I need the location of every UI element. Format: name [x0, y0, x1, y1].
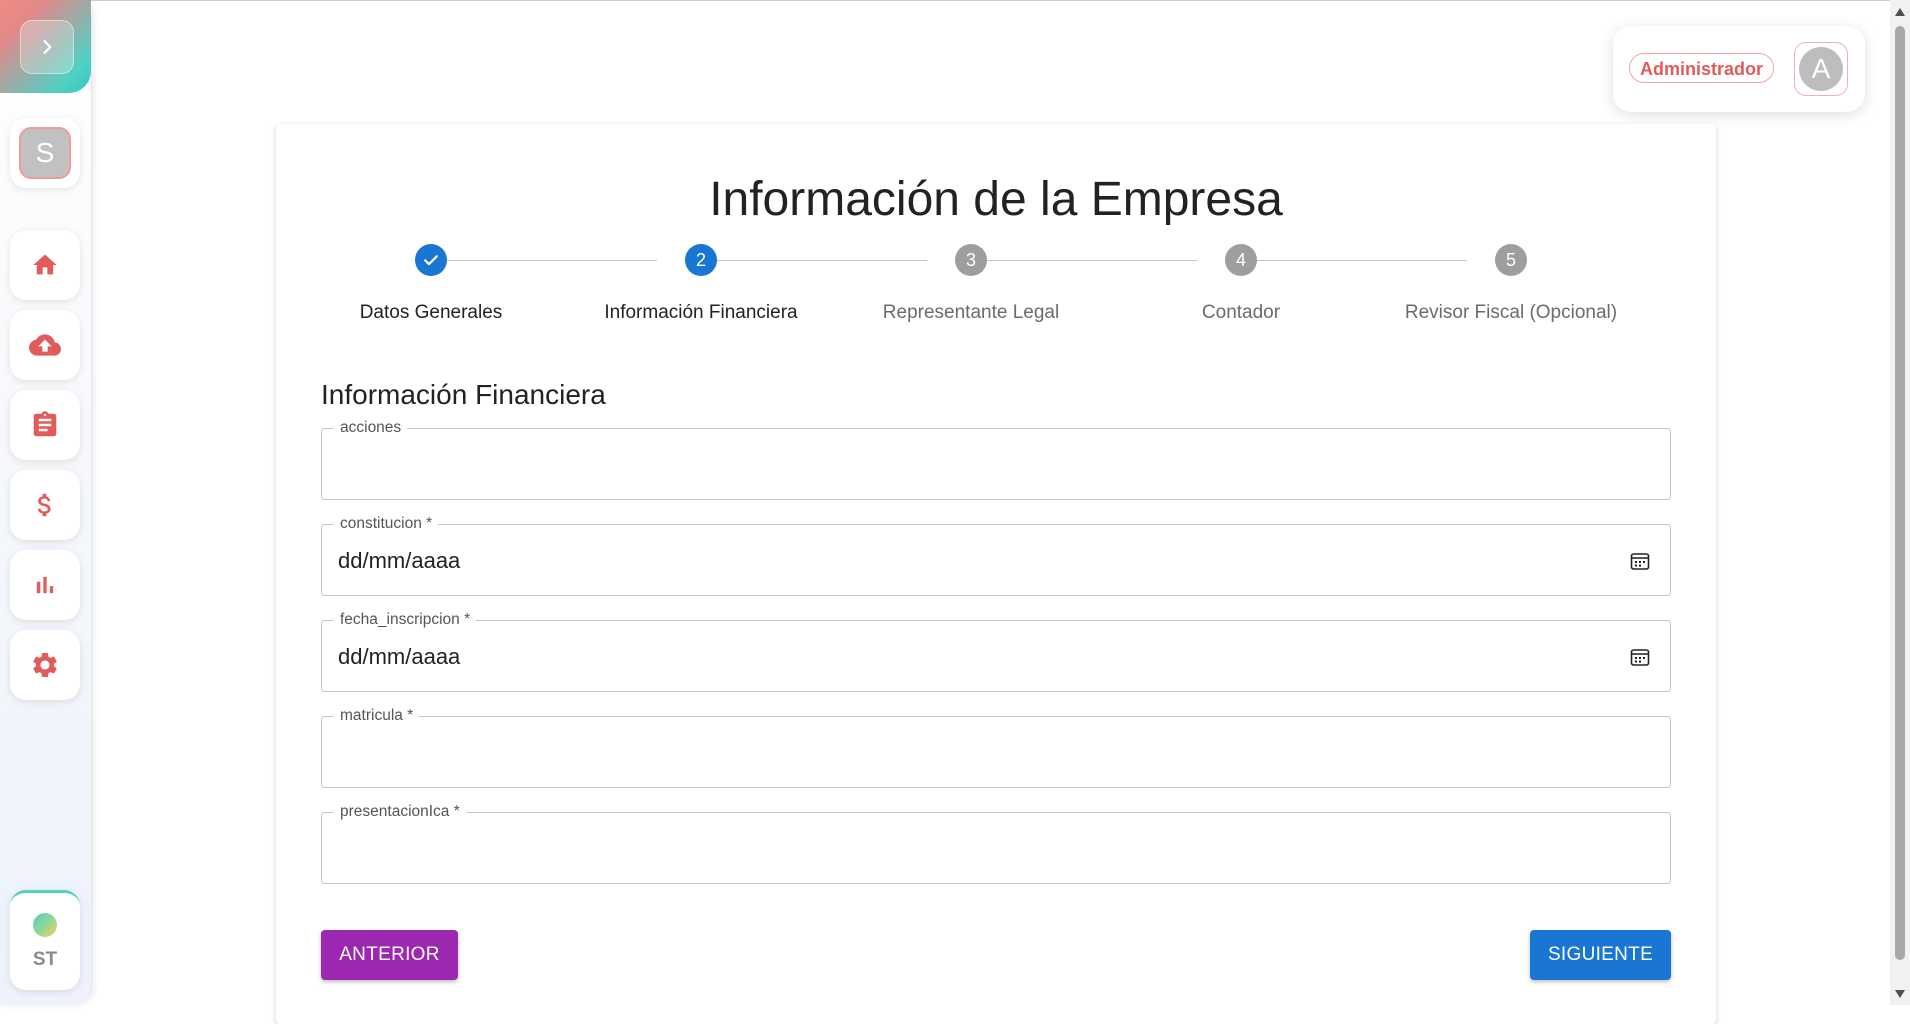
user-avatar: A	[1799, 47, 1843, 91]
sidebar-item-tasks[interactable]	[10, 390, 80, 460]
constitucion-date-input[interactable]	[338, 543, 1618, 579]
step-number: 5	[1495, 244, 1527, 276]
sidebar-item-reports[interactable]	[10, 550, 80, 620]
status-dot-icon	[33, 913, 57, 937]
page-title: Información de la Empresa	[709, 173, 1283, 226]
user-avatar-button[interactable]: A	[1794, 42, 1848, 96]
stepper: Datos Generales 2 Información Financiera…	[276, 244, 1716, 344]
section-title: Información Financiera	[321, 379, 606, 410]
step-representante-legal[interactable]: 3 Representante Legal	[836, 244, 1106, 324]
scrollbar[interactable]	[1890, 0, 1910, 1005]
cloud-upload-icon	[29, 334, 61, 356]
step-number: 3	[955, 244, 987, 276]
step-label: Datos Generales	[359, 302, 503, 323]
sidebar-item-settings[interactable]	[10, 630, 80, 700]
presentacion-ica-input[interactable]	[338, 831, 1618, 867]
previous-button[interactable]: ANTERIOR	[321, 930, 458, 980]
fecha-inscripcion-date-input[interactable]	[338, 639, 1618, 675]
fecha-inscripcion-field[interactable]: fecha_inscripcion *	[321, 611, 1671, 692]
calendar-icon[interactable]	[1628, 549, 1652, 573]
step-completed-icon	[415, 244, 447, 276]
scroll-up-arrow-icon[interactable]	[1895, 8, 1905, 16]
step-label: Revisor Fiscal (Opcional)	[1404, 302, 1618, 323]
gear-icon	[33, 653, 57, 677]
step-revisor-fiscal[interactable]: 5 Revisor Fiscal (Opcional)	[1376, 244, 1646, 324]
dollar-icon	[37, 493, 51, 517]
sidebar-item-finance[interactable]	[10, 470, 80, 540]
calendar-icon[interactable]	[1628, 645, 1652, 669]
sidebar-item-home[interactable]	[10, 230, 80, 300]
chevron-right-icon	[43, 40, 52, 54]
step-label: Contador	[1201, 302, 1281, 323]
step-label: Representante Legal	[882, 302, 1060, 323]
matricula-input[interactable]	[338, 735, 1618, 771]
field-label: matricula *	[334, 707, 420, 725]
window-top-border	[0, 0, 1890, 1]
next-button[interactable]: SIGUIENTE	[1530, 930, 1671, 980]
bar-chart-icon	[36, 576, 54, 594]
user-menu[interactable]: Administrador A	[1613, 26, 1865, 112]
scroll-down-arrow-icon[interactable]	[1895, 990, 1905, 998]
sidebar-footer-label: ST	[32, 949, 58, 970]
field-label: presentacionIca *	[334, 803, 466, 821]
acciones-input[interactable]	[338, 447, 1618, 483]
field-label: fecha_inscripcion *	[334, 611, 477, 629]
scrollbar-thumb[interactable]	[1895, 26, 1905, 960]
step-datos-generales[interactable]: Datos Generales	[296, 244, 566, 324]
presentacion-ica-field[interactable]: presentacionIca *	[321, 803, 1671, 884]
clipboard-icon	[33, 411, 57, 437]
sidebar-footer[interactable]: ST	[10, 890, 80, 990]
home-icon	[33, 254, 57, 275]
field-label: constitucion *	[334, 515, 439, 533]
sidebar-toggle-button[interactable]	[20, 20, 74, 74]
step-informacion-financiera[interactable]: 2 Información Financiera	[566, 244, 836, 324]
role-badge: Administrador	[1629, 53, 1775, 83]
matricula-field[interactable]: matricula *	[321, 707, 1671, 788]
step-label: Información Financiera	[604, 302, 798, 323]
sidebar-profile[interactable]: S	[10, 118, 80, 188]
sidebar-header	[0, 0, 91, 93]
step-number: 4	[1225, 244, 1257, 276]
step-number: 2	[685, 244, 717, 276]
sidebar: S ST	[0, 0, 92, 1005]
acciones-field[interactable]: acciones	[321, 419, 1671, 500]
field-label: acciones	[334, 419, 408, 437]
sidebar-item-upload[interactable]	[10, 310, 80, 380]
step-contador[interactable]: 4 Contador	[1106, 244, 1376, 324]
constitucion-field[interactable]: constitucion *	[321, 515, 1671, 596]
checkmark-icon	[424, 255, 438, 266]
avatar: S	[19, 127, 71, 179]
company-info-card: Información de la Empresa Datos Generale…	[276, 124, 1716, 1024]
